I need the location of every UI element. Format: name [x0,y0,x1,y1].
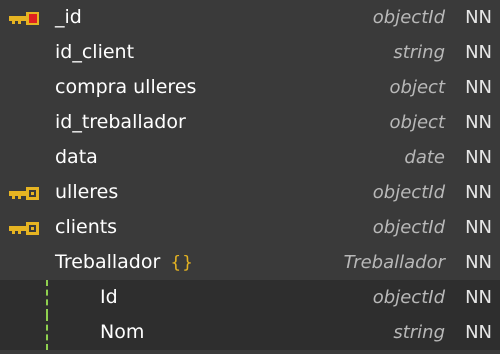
field-name: ulleres [55,181,119,203]
field-name: compra ulleres [55,76,197,98]
field-row-id-treballador[interactable]: id_treballador object NN [0,105,500,140]
nested-field-row-id[interactable]: Id objectId NN [0,280,500,315]
primary-key-icon [9,12,39,25]
field-row-clients[interactable]: clients objectId NN [0,210,500,245]
field-list: _id objectId NN id_client string NN comp… [0,0,500,354]
not-null-flag: NN [465,217,492,238]
field-type: date [404,147,445,168]
field-name-text: Treballador [55,251,161,273]
field-row-treballador[interactable]: Treballador {} Treballador NN [0,245,500,280]
not-null-flag: NN [465,287,492,308]
field-name: Treballador {} [55,245,194,280]
not-null-flag: NN [465,112,492,133]
field-type: objectId [372,287,445,308]
tree-guide-line [46,315,48,350]
foreign-key-icon [9,187,39,200]
foreign-key-icon [9,222,39,235]
field-row-id[interactable]: _id objectId NN [0,0,500,35]
not-null-flag: NN [465,182,492,203]
not-null-flag: NN [465,7,492,28]
field-row-data[interactable]: data date NN [0,140,500,175]
field-type: string [393,322,445,343]
field-name: data [55,146,98,168]
field-type: objectId [372,7,445,28]
not-null-flag: NN [465,147,492,168]
not-null-flag: NN [465,322,492,343]
field-type: object [389,112,445,133]
field-type: objectId [372,182,445,203]
object-braces-icon: {} [170,253,194,273]
not-null-flag: NN [465,252,492,273]
field-type: string [393,42,445,63]
field-name: clients [55,216,118,238]
tree-guide-line [46,280,48,315]
field-name: id_client [55,41,135,63]
field-name: _id [55,6,82,28]
not-null-flag: NN [465,77,492,98]
field-type: object [389,77,445,98]
field-name: Id [100,286,118,308]
field-name: Nom [100,321,145,343]
field-row-ulleres[interactable]: ulleres objectId NN [0,175,500,210]
field-name: id_treballador [55,111,186,133]
field-row-id-client[interactable]: id_client string NN [0,35,500,70]
not-null-flag: NN [465,42,492,63]
field-type: Treballador [343,252,445,273]
field-type: objectId [372,217,445,238]
nested-field-row-nom[interactable]: Nom string NN [0,315,500,350]
field-row-compra-ulleres[interactable]: compra ulleres object NN [0,70,500,105]
